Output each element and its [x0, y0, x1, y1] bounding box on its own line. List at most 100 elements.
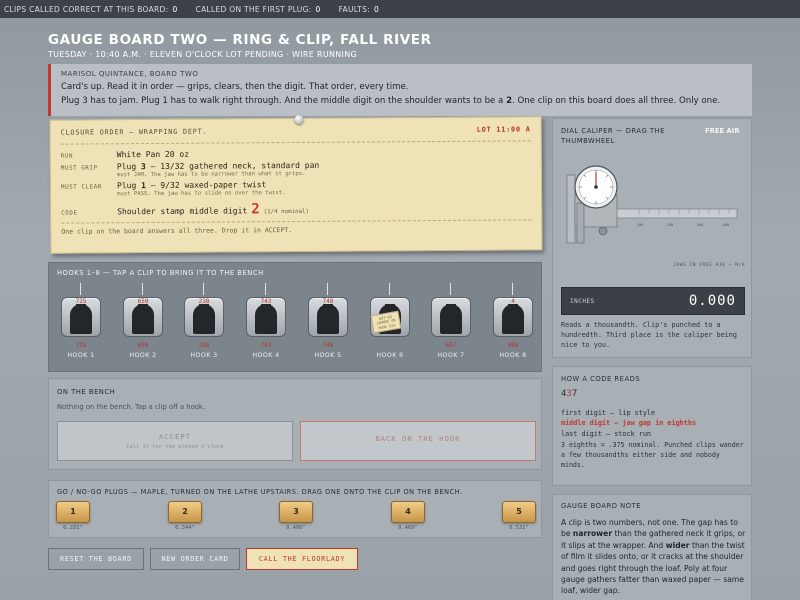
hook-8[interactable]: 4 469 Hook 8	[491, 283, 535, 363]
accept-button[interactable]: Accept Call it for the eleven o'clock	[57, 421, 293, 461]
clip-code: 657	[445, 342, 457, 349]
hook-5[interactable]: 748 748 Hook 5	[306, 283, 350, 363]
plug-diameter: 0.281"	[63, 525, 83, 531]
plug-diameter: 0.469"	[398, 525, 418, 531]
reset-board-button[interactable]: Reset the Board	[48, 548, 144, 570]
dialogue-speaker: Marisol Quintance, Board Two	[61, 70, 199, 78]
clip-top-code: 238	[198, 298, 210, 305]
hook-3[interactable]: 238 238 Hook 3	[182, 283, 226, 363]
caliper-jaws-status: Jaws in free air — n/a	[673, 263, 745, 268]
stat-faults-label: Faults:	[338, 4, 370, 14]
clip-top-code: 725	[75, 298, 87, 305]
order-code-value: Shoulder stamp middle digit	[117, 206, 248, 217]
maple-plug[interactable]: 1	[56, 501, 90, 523]
clip-slot	[70, 304, 92, 334]
hook-4[interactable]: 743 743 Hook 4	[244, 283, 288, 363]
caliper-unit: Inches	[570, 297, 595, 305]
stat-correct-count: 0	[172, 4, 178, 14]
dial-caliper-graphic[interactable]: .100 .200 .300 .400	[559, 159, 743, 259]
stat-correct-label: Clips called correct at this board:	[4, 4, 169, 14]
hook-wire	[142, 283, 143, 295]
clip-top-code: 659	[137, 298, 149, 305]
plug-3[interactable]: 3 0.406"	[276, 501, 316, 535]
clip-top-code: 748	[322, 298, 334, 305]
code-example-last: 7	[571, 389, 578, 399]
new-order-card-button[interactable]: New Order Card	[150, 548, 240, 570]
maple-plug[interactable]: 5	[502, 501, 536, 523]
order-run-label: Run	[60, 153, 74, 160]
hook-wire	[203, 283, 204, 295]
bench-title: On the Bench	[57, 388, 116, 396]
hook-6[interactable]: Hook 6 Out-Go Jammed on Hook Six	[368, 283, 412, 363]
maple-plug[interactable]: 2	[168, 501, 202, 523]
dialogue-line-2-text: Plug 3 has to jam. Plug 1 has to walk ri…	[61, 96, 504, 106]
order-card-heading: Closure Order — Wrapping Dept.	[60, 127, 208, 137]
order-clear-plug-num: 1	[141, 181, 146, 191]
page-title: Gauge Board Two — Ring & Clip, Fall Rive…	[48, 32, 432, 48]
clip-slot	[193, 304, 215, 334]
maple-plug[interactable]: 4	[391, 501, 425, 523]
order-grip-plug-num: 3	[140, 162, 146, 172]
plug-4[interactable]: 4 0.469"	[388, 501, 428, 535]
clip-slot	[317, 304, 339, 334]
order-grip-value: Plug 3 — 13/32 gathered neck, standard p…	[117, 161, 319, 171]
back-on-hook-button[interactable]: Back on the Hook	[300, 421, 536, 461]
order-code-digit: 2	[251, 201, 260, 218]
code-guide-panel: How a code reads 437 first digit — lip s…	[552, 366, 752, 486]
order-code-nominal: (1/4 nominal)	[263, 208, 310, 216]
hook-wire	[389, 283, 390, 295]
caliper-title: Dial Caliper — drag the thumbwheel	[561, 127, 665, 145]
accept-button-sub: Call it for the eleven o'clock	[126, 444, 224, 450]
plug-diameter: 0.344"	[175, 525, 195, 531]
code-middle-digit: middle digit — jaw gap in eighths	[561, 419, 697, 427]
code-guide-title: How a code reads	[561, 375, 641, 383]
board-note-title: Gauge Board Note	[561, 502, 642, 510]
hook-label: Hook 6	[376, 352, 404, 359]
maple-plug[interactable]: 3	[279, 501, 313, 523]
dialogue-line-1: Card's up. Read it in order — grips, cle…	[61, 82, 409, 92]
hook-7[interactable]: 657 Hook 7	[429, 283, 473, 363]
dialogue-line-2-end: . One clip on this board does all three.…	[512, 96, 721, 106]
hook-label: Hook 8	[499, 352, 527, 359]
hook-wire	[265, 283, 266, 295]
plug-1[interactable]: 1 0.281"	[53, 501, 93, 535]
plugs-panel: Go / No-Go Plugs — maple, turned on the …	[48, 480, 542, 538]
order-grip-desc: — 13/32 gathered neck, standard pan	[150, 160, 320, 172]
code-description: 3 eighths = .375 nominal. Punched clips …	[561, 441, 744, 469]
clip-code: 659	[137, 342, 149, 349]
code-example: 437	[561, 389, 577, 399]
hooks-title: Hooks 1–8 — tap a clip to bring it to th…	[57, 269, 264, 277]
clip-slot	[440, 304, 462, 334]
bench-hint: Nothing on the bench. Tap a clip off a h…	[57, 403, 206, 411]
plugs-title: Go / No-Go Plugs — maple, turned on the …	[57, 488, 463, 496]
stat-faults: Faults: 0	[339, 5, 379, 14]
order-code-row: Code Shoulder stamp middle digit 2 (1/4 …	[61, 199, 531, 218]
page-subtitle: Tuesday · 10:40 A.M. · Eleven O'Clock Lo…	[48, 50, 357, 59]
hook-wire	[512, 283, 513, 295]
hook-2[interactable]: 659 659 Hook 2	[121, 283, 165, 363]
hook-label: Hook 5	[314, 352, 342, 359]
plug-diameter: 0.406"	[286, 525, 306, 531]
clip-slot	[132, 304, 154, 334]
clip-top-code: 4	[511, 298, 515, 305]
plug-2[interactable]: 2 0.344"	[165, 501, 205, 535]
bread-clip[interactable]	[431, 297, 471, 337]
hook-1[interactable]: 725 725 Hook 1	[59, 283, 103, 363]
hook-wire	[327, 283, 328, 295]
svg-text:.300: .300	[695, 223, 703, 227]
order-code-label: Code	[61, 210, 78, 217]
hook-label: Hook 3	[190, 352, 218, 359]
call-floorlady-button[interactable]: Call the Floorlady	[246, 548, 358, 570]
clip-top-code: 743	[260, 298, 272, 305]
board-note-wider: wider	[665, 540, 690, 550]
bench-panel: On the Bench Nothing on the bench. Tap a…	[48, 378, 542, 470]
plug-5[interactable]: 5 0.531"	[499, 501, 539, 535]
code-last-digit: last digit — stock run	[561, 430, 652, 438]
hook-label: Hook 2	[129, 352, 157, 359]
order-lot: Lot 11:00 A	[476, 125, 531, 134]
stat-correct: Clips called correct at this board: 0	[4, 5, 178, 14]
order-card: Closure Order — Wrapping Dept. Lot 11:00…	[49, 114, 543, 254]
caliper-free-air: Free Air	[705, 127, 740, 135]
caliper-reading: 0.000	[688, 293, 736, 309]
order-clear-plug-word: Plug	[116, 181, 137, 191]
